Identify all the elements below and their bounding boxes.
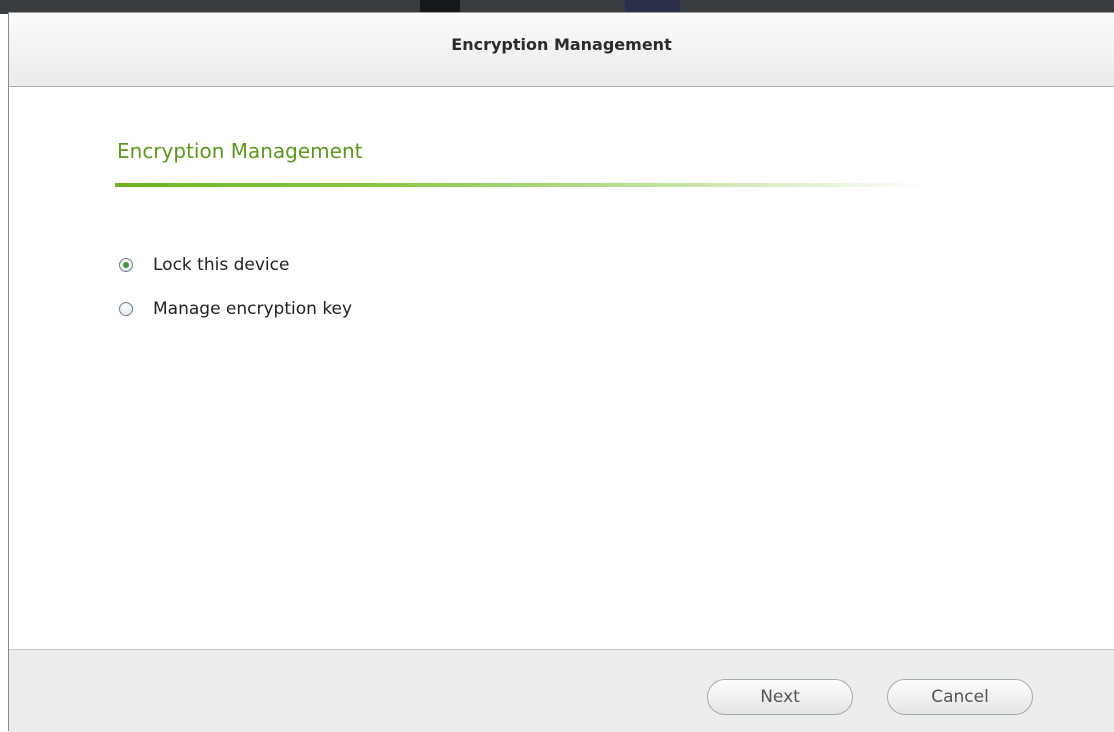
radio-checked-icon[interactable] [119, 258, 133, 272]
encryption-dialog: Encryption Management Encryption Managem… [8, 12, 1114, 732]
option-lock-device[interactable]: Lock this device [119, 255, 289, 275]
dialog-content: Encryption Management Lock this device M… [9, 87, 1114, 649]
dialog-title: Encryption Management [451, 35, 672, 54]
next-button[interactable]: Next [707, 679, 853, 715]
option-label-lock-device[interactable]: Lock this device [153, 255, 289, 275]
cancel-button[interactable]: Cancel [887, 679, 1033, 715]
radio-unchecked-icon[interactable] [119, 302, 133, 316]
dialog-titlebar[interactable]: Encryption Management [9, 13, 1114, 87]
option-label-manage-key[interactable]: Manage encryption key [153, 299, 352, 319]
section-divider [115, 183, 931, 187]
dialog-footer: Next Cancel [9, 649, 1114, 732]
option-manage-key[interactable]: Manage encryption key [119, 299, 352, 319]
section-title: Encryption Management [117, 139, 363, 163]
